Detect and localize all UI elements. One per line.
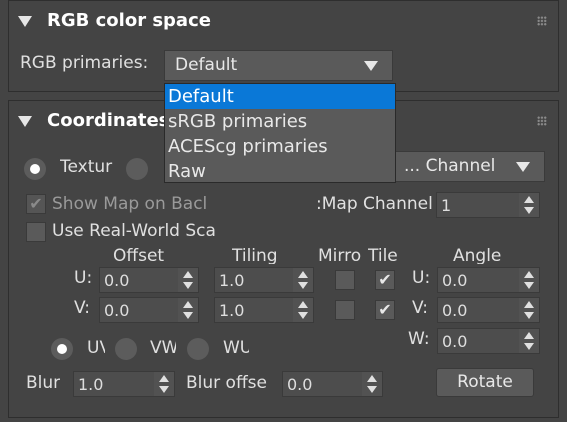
spinner-up-icon[interactable] [159, 375, 169, 382]
mirror-u-checkbox[interactable] [335, 270, 355, 290]
angle-w-input[interactable] [438, 329, 519, 353]
spinner-down-icon[interactable] [524, 312, 534, 319]
angle-v-label: V: [412, 298, 428, 318]
tile-u-checkbox[interactable]: ✔ [375, 270, 395, 290]
spinner-down-icon[interactable] [298, 312, 308, 319]
tiling-v-input[interactable] [215, 298, 293, 322]
mirror-v-checkbox[interactable] [335, 300, 355, 320]
dropdown-option[interactable]: ACEScg primaries [165, 134, 395, 159]
angle-v-input[interactable] [438, 298, 519, 322]
map-channel-spinner[interactable] [436, 192, 540, 218]
spinner-up-icon[interactable] [298, 271, 308, 278]
map-channel-label: Map Channel: [316, 194, 433, 214]
blur-offset-label: Blur offse [186, 373, 267, 393]
dropdown-option[interactable]: Raw [165, 159, 395, 184]
spinner-down-icon[interactable] [524, 282, 534, 289]
mirror-header: Mirro [318, 246, 362, 264]
offset-u-spinner[interactable] [99, 267, 199, 293]
use-real-world-checkbox[interactable] [26, 222, 46, 242]
spinner-up-icon[interactable] [367, 375, 377, 382]
angle-u-input[interactable] [438, 268, 519, 292]
tiling-header: Tiling [232, 246, 278, 264]
blur-label: Blur [26, 373, 61, 393]
grip-icon [537, 16, 547, 26]
angle-u-label: U: [412, 268, 431, 288]
spinner-up-icon[interactable] [524, 196, 534, 203]
tile-v-checkbox[interactable]: ✔ [375, 300, 395, 320]
spinner-down-icon[interactable] [159, 386, 169, 393]
coordinates-section-title[interactable]: Coordinates [47, 110, 169, 131]
rgb-primaries-dropdown[interactable]: Default [164, 50, 393, 81]
offset-v-spinner[interactable] [99, 297, 199, 323]
chevron-down-icon [364, 61, 378, 71]
spinner-down-icon[interactable] [298, 282, 308, 289]
radio-wu[interactable] [187, 338, 209, 360]
spinner-up-icon[interactable] [298, 301, 308, 308]
rgb-primaries-value: Default [175, 55, 238, 75]
angle-header: Angle [453, 246, 502, 264]
blur-offset-spinner[interactable] [282, 371, 383, 397]
angle-w-label: W: [408, 329, 430, 349]
tiling-u-spinner[interactable] [214, 267, 314, 293]
spinner-up-icon[interactable] [183, 271, 193, 278]
radio-uv-label: UV [87, 338, 105, 358]
rgb-section-title[interactable]: RGB color space [47, 10, 211, 31]
u-label: U: [74, 268, 93, 288]
chevron-down-icon [516, 162, 530, 172]
v-label: V: [74, 298, 90, 318]
radio-vw[interactable] [115, 338, 137, 360]
tile-header: Tile [368, 246, 398, 264]
spinner-down-icon[interactable] [183, 312, 193, 319]
offset-u-input[interactable] [100, 268, 178, 292]
spinner-down-icon[interactable] [524, 343, 534, 350]
angle-v-spinner[interactable] [437, 297, 540, 323]
rotate-button[interactable]: Rotate [436, 368, 534, 397]
spinner-down-icon[interactable] [524, 207, 534, 214]
spinner-down-icon[interactable] [367, 386, 377, 393]
collapse-triangle-icon[interactable] [18, 116, 32, 127]
spinner-up-icon[interactable] [183, 301, 193, 308]
radio-uv[interactable] [51, 338, 73, 360]
angle-u-spinner[interactable] [437, 267, 540, 293]
blur-spinner[interactable] [73, 371, 175, 397]
dropdown-option[interactable]: Default [165, 84, 395, 109]
radio-texture-mode[interactable] [24, 158, 46, 180]
show-map-checkbox[interactable]: ✔ [26, 194, 46, 214]
blur-offset-input[interactable] [283, 372, 362, 396]
grip-icon [537, 116, 547, 126]
spinner-up-icon[interactable] [524, 332, 534, 339]
radio-environ-mode[interactable] [126, 158, 148, 180]
map-channel-input[interactable] [437, 193, 519, 217]
tiling-u-input[interactable] [215, 268, 293, 292]
radio-wu-label: WU [223, 338, 249, 358]
texture-mode-label: Textur [60, 157, 113, 177]
angle-w-spinner[interactable] [437, 328, 540, 354]
mapping-channel-dropdown[interactable]: ... Channel [393, 151, 545, 182]
tiling-v-spinner[interactable] [214, 297, 314, 323]
blur-input[interactable] [74, 372, 154, 396]
mapping-channel-value: ... Channel [404, 156, 496, 176]
spinner-up-icon[interactable] [524, 271, 534, 278]
spinner-down-icon[interactable] [183, 282, 193, 289]
use-real-world-label: Use Real-World Sca [52, 221, 216, 241]
rgb-primaries-dropdown-list: Default sRGB primaries ACEScg primaries … [164, 83, 396, 183]
radio-vw-label: VW [150, 338, 176, 358]
rgb-primaries-label: RGB primaries: [20, 53, 149, 73]
offset-header: Offset [113, 246, 165, 264]
offset-v-input[interactable] [100, 298, 178, 322]
collapse-triangle-icon[interactable] [18, 16, 32, 27]
spinner-up-icon[interactable] [524, 301, 534, 308]
dropdown-option[interactable]: sRGB primaries [165, 109, 395, 134]
show-map-label: Show Map on Bacl [52, 194, 208, 214]
